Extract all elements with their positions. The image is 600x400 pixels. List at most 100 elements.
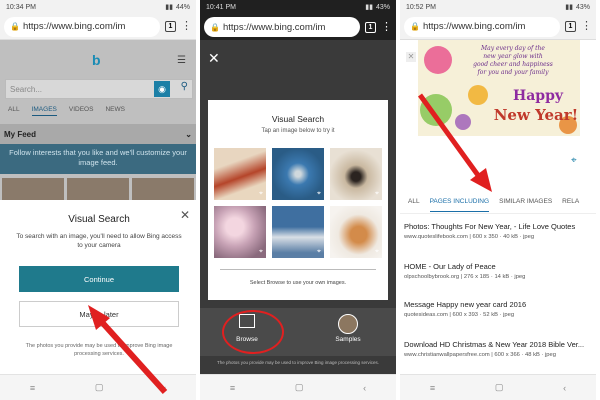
back-nav-icon[interactable]: ‹ — [363, 383, 366, 393]
android-nav-bar: ≡ ▢ ‹ — [0, 374, 196, 400]
list-item[interactable]: Download HD Christmas & New Year 2018 Bi… — [404, 340, 592, 358]
home-nav-icon[interactable]: ▢ — [295, 382, 304, 393]
card-subtitle: Tap an image below to try it — [261, 128, 335, 134]
samples-thumbnail-icon — [338, 314, 358, 334]
lock-icon: 🔒 — [10, 22, 20, 31]
feed-thumbnail[interactable] — [67, 178, 129, 200]
status-bar: 10:52 PM ▮▮ 43% — [400, 0, 596, 14]
feed-banner: Follow interests that you like and we'll… — [0, 144, 196, 174]
tab-switcher-button[interactable]: 1 — [165, 21, 176, 32]
address-bar[interactable]: 🔒 https://www.bing.com/im — [204, 17, 360, 37]
query-image: May every day of the new year glow with … — [418, 40, 580, 136]
browser-toolbar: 🔒 https://www.bing.com/im 1 ⋮ — [0, 14, 196, 40]
overflow-menu-icon[interactable]: ⋮ — [381, 21, 392, 33]
tab-videos[interactable]: VIDEOS — [69, 106, 94, 116]
card-title: Visual Search — [271, 114, 325, 124]
lock-icon: 🔒 — [410, 22, 420, 31]
browse-hint: Select Browse to use your own images. — [249, 280, 347, 286]
feed-header[interactable]: My Feed ⌄ — [0, 124, 196, 144]
search-icon[interactable]: ⚲ — [181, 81, 188, 92]
sample-image-flowers[interactable] — [214, 206, 266, 258]
signal-icon: ▮▮ — [565, 4, 573, 11]
back-nav-icon[interactable]: ‹ — [163, 383, 166, 393]
result-meta: quotesideas.com | 600 x 393 · 52 kB · jp… — [404, 312, 515, 318]
browser-toolbar: 🔒 https://www.bing.com/im 1 ⋮ — [400, 14, 596, 40]
address-bar[interactable]: 🔒 https://www.bing.com/im — [4, 16, 160, 37]
card-newyear-text: New Year! — [494, 106, 579, 124]
result-title: HOME - Our Lady of Peace — [404, 262, 496, 271]
phone-screen-2: 10:41 PM ▮▮ 43% 🔒 https://www.bing.com/im… — [200, 0, 398, 400]
address-bar[interactable]: 🔒 https://www.bing.com/im — [404, 16, 560, 37]
overflow-menu-icon[interactable]: ⋮ — [181, 21, 192, 32]
visual-search-card: Visual Search Tap an image below to try … — [208, 100, 388, 300]
menu-nav-icon[interactable]: ≡ — [30, 383, 35, 393]
privacy-footer: The photos you provide may be used to im… — [216, 360, 380, 365]
search-placeholder: Search... — [10, 84, 43, 94]
sample-image-pug[interactable] — [330, 148, 382, 200]
dialog-title: Visual Search — [68, 214, 130, 225]
list-item[interactable]: Photos: Thoughts For New Year, - Life Lo… — [404, 222, 592, 240]
url-text: https://www.bing.com/im — [422, 21, 526, 32]
home-nav-icon[interactable]: ▢ — [495, 382, 504, 393]
continue-button[interactable]: Continue — [19, 266, 179, 292]
result-meta: olpschoolbybrook.org | 276 x 185 · 14 kB… — [404, 274, 526, 280]
feed-thumbnails — [2, 178, 194, 200]
back-nav-icon[interactable]: ‹ — [563, 383, 566, 393]
list-item[interactable]: HOME - Our Lady of Peace olpschoolbybroo… — [404, 262, 592, 280]
menu-nav-icon[interactable]: ≡ — [430, 383, 435, 393]
maybe-later-button[interactable]: Maybe later — [19, 301, 179, 327]
sample-image-shoes[interactable] — [272, 206, 324, 258]
samples-button[interactable]: Samples — [320, 314, 376, 343]
sample-image-pie[interactable] — [214, 148, 266, 200]
new-year-card-art: May every day of the new year glow with … — [420, 45, 579, 134]
sample-image-cat[interactable] — [330, 206, 382, 258]
chevron-down-icon: ⌄ — [185, 129, 192, 139]
sample-image-grid — [214, 148, 382, 258]
sample-image-tower[interactable] — [272, 148, 324, 200]
annotation-circle — [222, 310, 284, 354]
camera-icon[interactable]: ◉ — [154, 81, 170, 97]
battery-label: 43% — [575, 3, 590, 11]
status-time: 10:52 PM — [406, 3, 436, 11]
status-bar: 10:34 PM ▮▮ 44% — [0, 0, 196, 14]
result-meta: www.quoteslifebook.com | 600 x 350 · 40 … — [404, 234, 535, 240]
visual-search-dialog: Visual Search ✕ To search with an image,… — [0, 200, 196, 374]
battery-label: 43% — [375, 3, 390, 11]
list-item[interactable]: Message Happy new year card 2016 quotesi… — [404, 300, 592, 318]
browser-toolbar: 🔒 https://www.bing.com/im 1 ⋮ — [200, 14, 396, 40]
tab-switcher-button[interactable]: 1 — [365, 21, 376, 33]
signal-icon: ▮▮ — [365, 4, 373, 11]
search-input[interactable]: Search... ◉ ⚲ — [5, 79, 193, 99]
tab-related[interactable]: RELA — [562, 198, 579, 205]
feed-label: My Feed — [4, 129, 37, 139]
dialog-footer: The photos you provide may be used to im… — [25, 343, 173, 357]
menu-nav-icon[interactable]: ≡ — [230, 383, 235, 393]
hamburger-menu-icon[interactable]: ☰ — [177, 55, 186, 66]
feed-thumbnail[interactable] — [132, 178, 194, 200]
status-time: 10:41 PM — [206, 3, 236, 11]
close-icon[interactable]: ✕ — [406, 52, 416, 62]
status-bar: 10:41 PM ▮▮ 43% — [200, 0, 396, 14]
tab-switcher-button[interactable]: 1 — [565, 21, 576, 32]
tab-images[interactable]: IMAGES — [31, 106, 57, 116]
lock-icon: 🔒 — [210, 22, 220, 32]
overflow-menu-icon[interactable]: ⋮ — [581, 21, 592, 32]
tab-news[interactable]: NEWS — [105, 106, 125, 116]
status-time: 10:34 PM — [6, 3, 36, 11]
result-title: Download HD Christmas & New Year 2018 Bi… — [404, 340, 585, 349]
tab-similar-images[interactable]: SIMILAR IMAGES — [499, 198, 552, 205]
tab-pages-including[interactable]: PAGES INCLUDING — [429, 192, 490, 212]
card-verse-line-2: new year glow with — [483, 53, 543, 60]
feed-thumbnail[interactable] — [2, 178, 64, 200]
close-icon[interactable]: ✕ — [180, 208, 190, 222]
android-nav-bar: ≡ ▢ ‹ — [400, 374, 596, 400]
card-happy-text: Happy — [513, 88, 564, 104]
tab-all[interactable]: ALL — [408, 198, 420, 205]
phone-screen-1: 10:34 PM ▮▮ 44% 🔒 https://www.bing.com/im… — [0, 0, 198, 400]
signal-icon: ▮▮ — [165, 4, 173, 11]
close-icon[interactable]: ✕ — [208, 50, 220, 67]
tab-all[interactable]: ALL — [8, 106, 20, 116]
android-nav-bar: ≡ ▢ ‹ — [200, 374, 396, 400]
visual-search-icon[interactable]: ⌖ — [571, 155, 577, 166]
home-nav-icon[interactable]: ▢ — [95, 382, 104, 393]
